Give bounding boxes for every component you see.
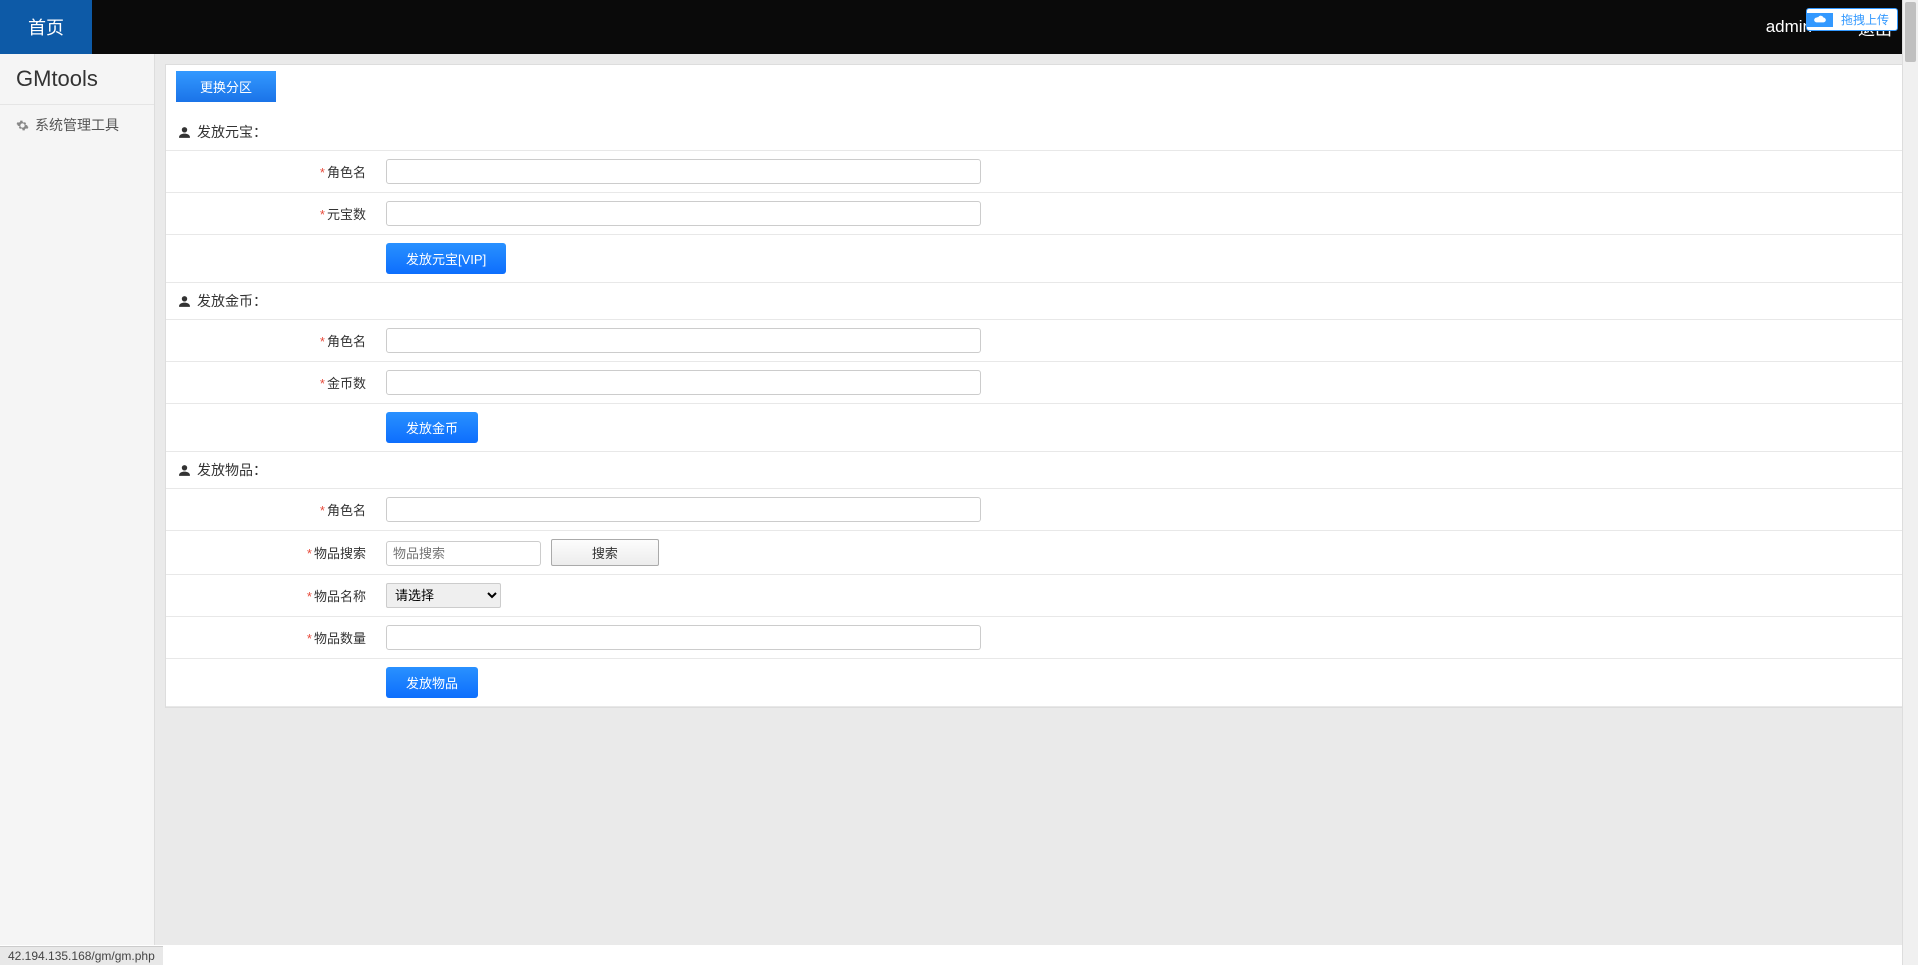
scrollbar[interactable] [1902,0,1918,965]
user-icon [178,126,191,139]
user-icon [178,295,191,308]
sidebar-item-label: 系统管理工具 [35,115,119,135]
cloud-icon [1807,13,1833,27]
gear-icon [16,119,29,132]
yuanbao-form: *角色名 *元宝数 发放元宝[VIP] [166,150,1907,283]
yuanbao-submit-button[interactable]: 发放元宝[VIP] [386,243,506,274]
nav-home-label: 首页 [28,14,64,40]
item-form: *角色名 *物品搜索 搜索 *物品名称 请选择 [166,488,1907,707]
item-search-input[interactable] [386,541,541,566]
section-yuanbao-title: 发放元宝： [197,122,267,142]
sidebar: GMtools 系统管理工具 [0,54,155,945]
user-icon [178,464,191,477]
section-yuanbao-header: 发放元宝： [166,114,1907,150]
item-search-label: 物品搜索 [314,546,366,561]
item-search-button[interactable]: 搜索 [551,539,659,566]
item-role-label: 角色名 [327,503,366,518]
content-panel: 更换分区 发放元宝： *角色名 *元宝数 发放元宝[VIP] [165,64,1908,708]
status-bar: 42.194.135.168/gm/gm.php [0,946,163,965]
item-qty-label: 物品数量 [314,631,366,646]
yuanbao-amount-label: 元宝数 [327,207,366,222]
nav-home[interactable]: 首页 [0,0,92,54]
gold-role-input[interactable] [386,328,981,353]
yuanbao-amount-input[interactable] [386,201,981,226]
yuanbao-role-label: 角色名 [327,165,366,180]
section-item-header: 发放物品： [166,452,1907,488]
section-item-title: 发放物品： [197,460,267,480]
gold-form: *角色名 *金币数 发放金币 [166,319,1907,452]
upload-badge[interactable]: 拖拽上传 [1806,8,1898,31]
gold-amount-input[interactable] [386,370,981,395]
scrollbar-thumb[interactable] [1905,2,1916,62]
gold-submit-button[interactable]: 发放金币 [386,412,478,443]
item-qty-input[interactable] [386,625,981,650]
yuanbao-role-input[interactable] [386,159,981,184]
top-nav: 首页 admin 退出 [0,0,1918,54]
gold-amount-label: 金币数 [327,376,366,391]
sidebar-logo: GMtools [0,54,154,105]
item-role-input[interactable] [386,497,981,522]
item-submit-button[interactable]: 发放物品 [386,667,478,698]
sidebar-item-system-tools[interactable]: 系统管理工具 [0,105,154,145]
gold-role-label: 角色名 [327,334,366,349]
upload-badge-text: 拖拽上传 [1833,9,1897,30]
section-gold-header: 发放金币： [166,283,1907,319]
item-name-label: 物品名称 [314,589,366,604]
section-gold-title: 发放金币： [197,291,267,311]
item-name-select[interactable]: 请选择 [386,583,501,608]
switch-zone-button[interactable]: 更换分区 [176,71,276,102]
content-area: 更换分区 发放元宝： *角色名 *元宝数 发放元宝[VIP] [155,54,1918,945]
